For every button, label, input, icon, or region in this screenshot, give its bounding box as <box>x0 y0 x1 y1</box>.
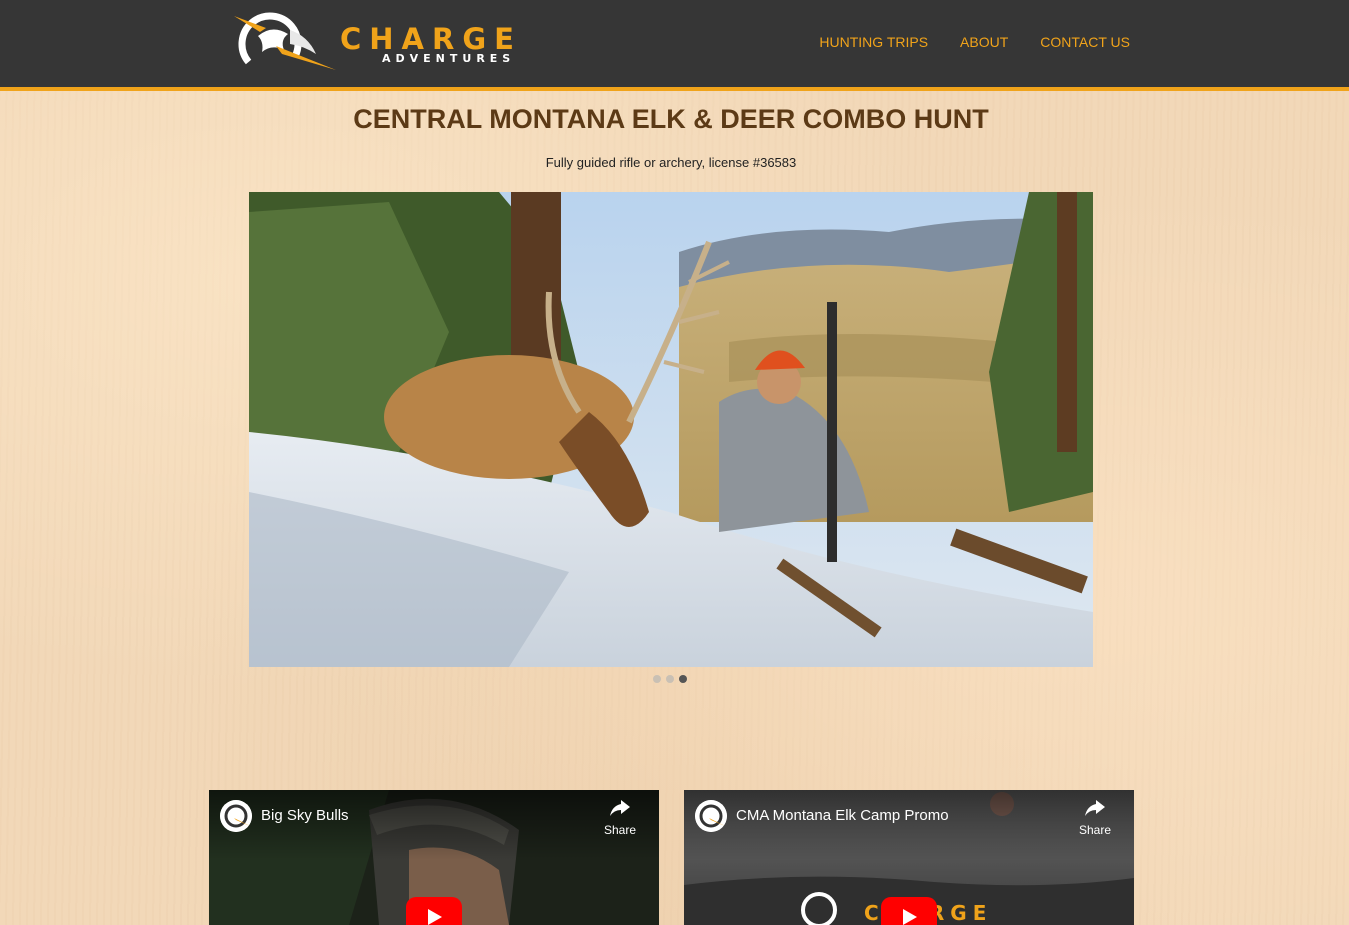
logo-wordmark: CHARGE <box>340 22 522 56</box>
logo-emblem-icon <box>695 800 727 832</box>
play-icon[interactable] <box>881 897 937 925</box>
share-label: Share <box>603 823 637 837</box>
video-embed-big-sky-bulls[interactable]: Big Sky Bulls Share <box>209 790 659 925</box>
share-arrow-icon <box>610 800 630 816</box>
nav-about[interactable]: ABOUT <box>960 34 1008 50</box>
video-title[interactable]: CMA Montana Elk Camp Promo <box>736 807 949 825</box>
page-subtitle: Fully guided rifle or archery, license #… <box>545 155 797 170</box>
share-button[interactable]: Share <box>1078 800 1112 837</box>
slide-dot-2[interactable] <box>666 675 674 683</box>
slide-dot-3[interactable] <box>679 675 687 683</box>
logo-tagline: ADVENTURES <box>382 52 516 65</box>
video-embed-cma-montana-elk-camp-promo[interactable]: CHARGE CMA Montana Elk Camp Promo Share <box>684 790 1134 925</box>
play-icon[interactable] <box>406 897 462 925</box>
slide-dot-1[interactable] <box>653 675 661 683</box>
channel-avatar[interactable] <box>695 800 727 832</box>
photo-slideshow[interactable] <box>249 192 1093 667</box>
share-button[interactable]: Share <box>603 800 637 837</box>
share-arrow-icon <box>1085 800 1105 816</box>
channel-avatar[interactable] <box>220 800 252 832</box>
page-title: CENTRAL MONTANA ELK & DEER COMBO HUNT <box>353 104 989 134</box>
slideshow-pagination <box>653 675 687 683</box>
share-label: Share <box>1078 823 1112 837</box>
elk-hunt-photo <box>249 192 1093 667</box>
main-nav: HUNTING TRIPS ABOUT CONTACT US <box>787 34 1130 50</box>
site-logo[interactable]: CHARGE ADVENTURES <box>232 10 582 76</box>
logo-emblem-icon <box>220 800 252 832</box>
nav-contact-us[interactable]: CONTACT US <box>1040 34 1130 50</box>
video-title[interactable]: Big Sky Bulls <box>261 807 349 825</box>
nav-hunting-trips[interactable]: HUNTING TRIPS <box>819 34 928 50</box>
site-header: CHARGE ADVENTURES HUNTING TRIPS ABOUT CO… <box>0 0 1349 91</box>
logo-emblem-icon <box>234 12 336 76</box>
